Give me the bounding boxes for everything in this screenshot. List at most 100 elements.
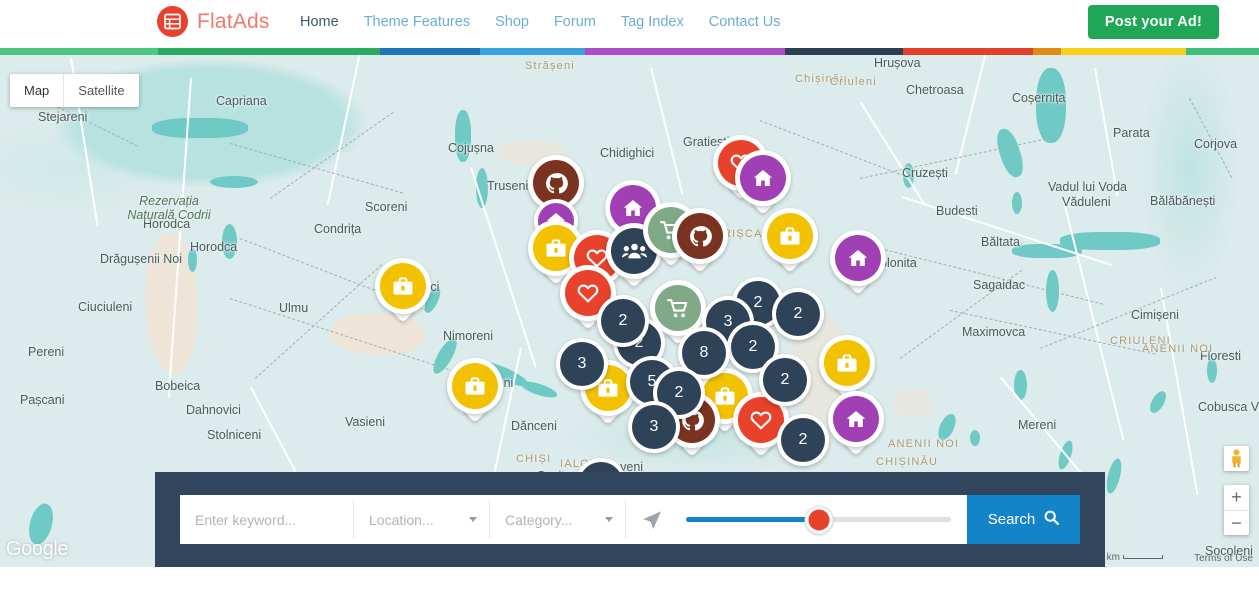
map-place-label: Cruzești xyxy=(902,166,948,180)
map-place-label: Capriana xyxy=(216,94,267,108)
search-icon xyxy=(1044,510,1060,529)
pegman-street-view-icon[interactable] xyxy=(1224,446,1249,471)
map-type-satellite[interactable]: Satellite xyxy=(63,74,138,107)
brand-logo[interactable]: FlatAds xyxy=(157,6,270,37)
map-marker-home[interactable] xyxy=(830,230,886,298)
nav-item-shop[interactable]: Shop xyxy=(495,14,529,30)
nav-item-theme-features[interactable]: Theme Features xyxy=(364,14,470,30)
map-place-label: Budesti xyxy=(936,204,978,218)
map-marker-briefcase[interactable] xyxy=(447,358,503,426)
map-place-label: Scoreni xyxy=(365,200,408,214)
map-place-label: Criuleni xyxy=(830,76,877,88)
radius-slider-knob[interactable] xyxy=(805,506,832,533)
map-marker-briefcase[interactable] xyxy=(375,258,431,326)
briefcase-icon xyxy=(380,263,426,309)
color-strip-segment-0 xyxy=(0,48,158,55)
cluster-count: 3 xyxy=(632,405,676,449)
map-place-label: Mereni xyxy=(1018,418,1057,432)
color-strip-segment-4 xyxy=(585,48,785,55)
map-terms-link[interactable]: Terms of Use xyxy=(1194,553,1253,564)
briefcase-icon xyxy=(824,340,870,386)
map-place-label: Chidighici xyxy=(600,146,655,160)
home-icon xyxy=(740,155,786,201)
color-strip-segment-1 xyxy=(158,48,380,55)
search-form: Location... Category... Search xyxy=(180,495,1080,544)
chevron-down-icon xyxy=(605,517,613,522)
radius-slider-fill xyxy=(686,517,819,522)
map-zoom-control: + − xyxy=(1224,485,1249,535)
google-watermark: Google xyxy=(6,538,69,560)
map-marker-octocat[interactable] xyxy=(672,208,728,276)
cluster-count: 2 xyxy=(601,299,645,343)
map-place-label: Dănceni xyxy=(511,419,557,433)
map-place-label: Hrușova xyxy=(874,56,921,70)
map-cluster-marker[interactable]: 2 xyxy=(597,295,649,347)
map-place-label: Condrița xyxy=(314,222,362,236)
navigation-arrow-icon[interactable] xyxy=(626,495,678,544)
map-place-label: Ulmu xyxy=(279,301,309,315)
location-select[interactable]: Location... xyxy=(354,495,489,544)
map-cluster-marker[interactable]: 2 xyxy=(772,288,824,340)
map-place-label: Chetroasa xyxy=(906,83,964,97)
chevron-down-icon xyxy=(469,517,477,522)
map-place-label: Stejareni xyxy=(38,110,88,124)
briefcase-icon xyxy=(767,213,813,259)
map-place-label: Coșernița xyxy=(1012,91,1066,105)
nav-item-forum[interactable]: Forum xyxy=(554,14,596,30)
map-place-label: Truseni xyxy=(487,179,529,193)
map-cluster-marker[interactable]: 2 xyxy=(777,414,829,466)
search-keyword-input[interactable] xyxy=(180,495,353,544)
map-place-label: Ciuciuleni xyxy=(78,300,133,314)
map-place-label: Sagaidac xyxy=(973,278,1026,292)
map-attribution: Terms of Use xyxy=(1194,553,1253,564)
category-select[interactable]: Category... xyxy=(490,495,625,544)
map-place-label: Vadul lui Voda xyxy=(1048,180,1127,194)
nav-item-contact-us[interactable]: Contact Us xyxy=(709,14,781,30)
location-select-label: Location... xyxy=(369,511,434,528)
category-color-strip xyxy=(0,48,1259,55)
map-place-label: CHIȘI xyxy=(516,453,552,465)
map-type-map[interactable]: Map xyxy=(10,74,63,107)
map-place-label: Strășeni xyxy=(525,60,575,72)
map-place-label: Parata xyxy=(1113,126,1150,140)
home-icon xyxy=(833,396,879,442)
map-scale-bar: 2 km xyxy=(1098,552,1163,563)
map-place-label: Stolniceni xyxy=(207,428,262,442)
map-place-label: Bălăbănești xyxy=(1150,194,1216,208)
color-strip-segment-2 xyxy=(380,48,480,55)
map-place-label: Pereni xyxy=(28,345,65,359)
nav-item-home[interactable]: Home xyxy=(300,14,339,30)
color-strip-segment-3 xyxy=(480,48,585,55)
site-header: FlatAds Home Theme Features Shop Forum T… xyxy=(0,0,1259,48)
list-grid-icon xyxy=(157,6,188,37)
color-strip-segment-7 xyxy=(1033,48,1061,55)
map-place-label: Bobeica xyxy=(155,379,201,393)
octocat-icon xyxy=(677,213,723,259)
map-marker-home[interactable] xyxy=(828,391,884,459)
zoom-in-button[interactable]: + xyxy=(1224,485,1249,510)
radius-slider-track[interactable] xyxy=(686,506,951,533)
post-your-ad-button[interactable]: Post your Ad! xyxy=(1087,5,1219,39)
map-place-label: Drăgușenii Noi xyxy=(100,252,182,266)
map-cluster-marker[interactable]: 2 xyxy=(759,354,811,406)
category-select-label: Category... xyxy=(505,511,573,528)
map-place-label: Vasieni xyxy=(345,415,386,429)
map-place-label: Pașcani xyxy=(20,393,65,407)
color-strip-segment-8 xyxy=(1061,48,1186,55)
map-marker-briefcase[interactable] xyxy=(762,208,818,276)
map-place-label: ANENII NOI xyxy=(1142,343,1214,355)
cluster-count: 2 xyxy=(781,418,825,462)
radius-slider[interactable] xyxy=(678,495,967,544)
briefcase-icon xyxy=(452,363,498,409)
map-place-label: Văduleni xyxy=(1062,195,1111,209)
nav-item-tag-index[interactable]: Tag Index xyxy=(621,14,684,30)
map-cluster-marker[interactable]: 3 xyxy=(628,401,680,453)
home-icon xyxy=(835,235,881,281)
map-place-label: ANENII NOI xyxy=(888,438,960,450)
zoom-out-button[interactable]: − xyxy=(1224,510,1249,535)
map-place-label: Cojușna xyxy=(448,141,494,155)
cluster-count: 2 xyxy=(763,358,807,402)
cluster-count: 3 xyxy=(560,342,604,386)
color-strip-segment-5 xyxy=(785,48,903,55)
search-button[interactable]: Search xyxy=(967,495,1080,544)
